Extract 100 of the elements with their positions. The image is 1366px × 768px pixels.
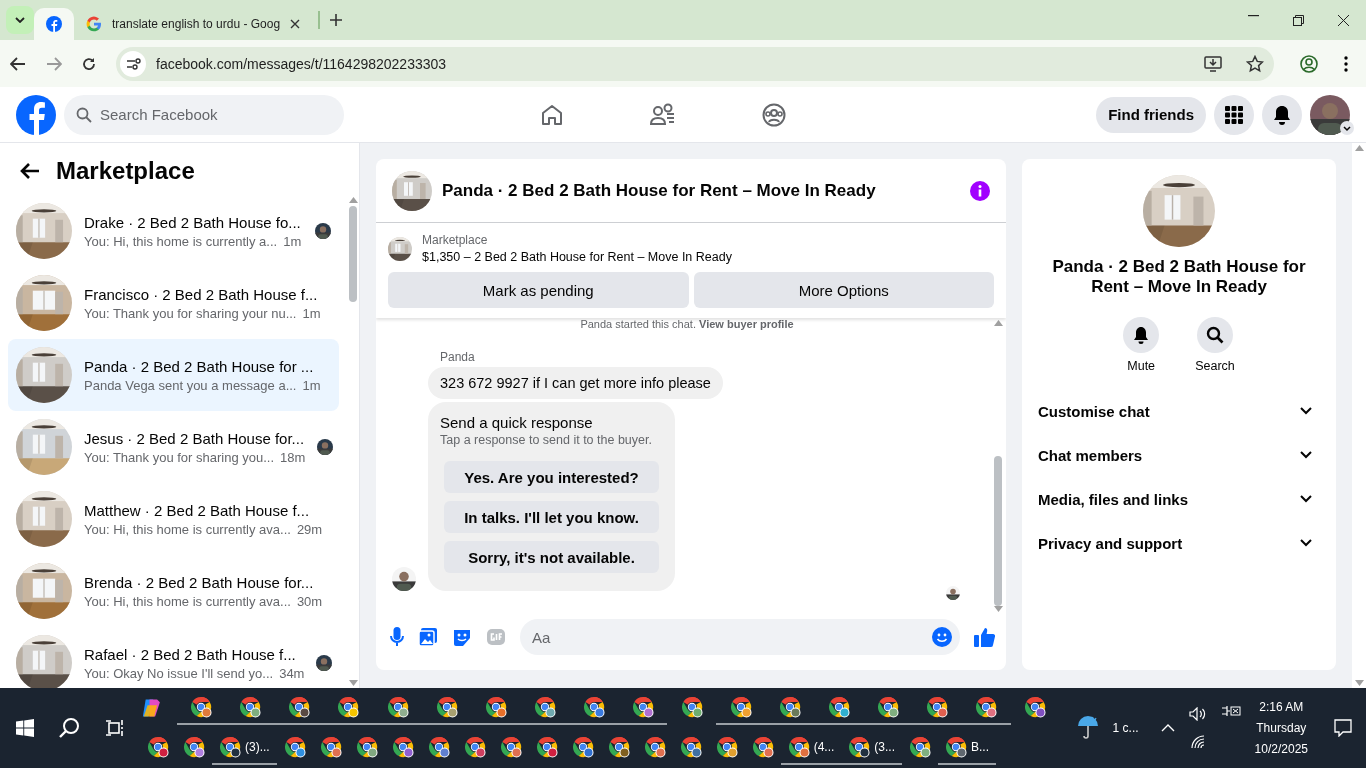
- minimize-icon[interactable]: [1248, 14, 1259, 17]
- bell-icon: [1273, 104, 1291, 125]
- back-icon[interactable]: [20, 162, 40, 180]
- taskbar-button[interactable]: (3...: [841, 731, 902, 765]
- chevron-up-icon[interactable]: [1160, 724, 1175, 732]
- scrollbar-thumb[interactable]: [349, 206, 357, 302]
- info-section[interactable]: Chat members: [1022, 433, 1336, 477]
- forward-icon[interactable]: [46, 56, 62, 71]
- grid-icon: [1225, 105, 1243, 124]
- info-section[interactable]: Customise chat: [1022, 389, 1336, 433]
- windows-start-icon[interactable]: [16, 719, 34, 737]
- profile-icon[interactable]: [1300, 54, 1318, 73]
- scroll-up-icon[interactable]: [993, 320, 1003, 326]
- browser-icon: [715, 736, 738, 758]
- info-title: Panda · 2 Bed 2 Bath House for Rent – Move In Ready: [1051, 257, 1307, 297]
- search-icon[interactable]: [58, 717, 80, 739]
- conversation-item[interactable]: Francisco · 2 Bed 2 Bath House f... You: Thank you for sharing your nu... 1m: [8, 267, 339, 339]
- message-field[interactable]: Aa: [520, 619, 960, 655]
- chat-notice: Panda started this chat. View buyer profile: [579, 318, 795, 330]
- weather-text[interactable]: 1 c...: [1112, 721, 1139, 735]
- scroll-up-icon[interactable]: [348, 197, 358, 203]
- facebook-logo[interactable]: [16, 94, 56, 135]
- reload-icon[interactable]: [82, 56, 96, 71]
- browser-icon: [355, 736, 378, 758]
- listing-title[interactable]: $1,350 – 2 Bed 2 Bath House for Rent – Move In Ready: [422, 250, 732, 264]
- info-section[interactable]: Media, files and links: [1022, 477, 1336, 521]
- restore-icon[interactable]: [1293, 14, 1304, 26]
- browser-icon: [643, 736, 666, 758]
- search-icon: [1206, 326, 1224, 344]
- taskbar-button[interactable]: (3)...: [212, 731, 277, 765]
- menu-button[interactable]: [1214, 94, 1254, 135]
- close-icon[interactable]: [1338, 14, 1349, 26]
- image-icon[interactable]: [418, 627, 438, 647]
- find-friends-button[interactable]: Find friends: [1096, 96, 1206, 133]
- scroll-down-icon[interactable]: [348, 680, 358, 686]
- info-section[interactable]: Privacy and support: [1022, 521, 1336, 565]
- tab-search-button[interactable]: [6, 6, 34, 34]
- scroll-down-icon[interactable]: [1354, 680, 1364, 686]
- taskbar-button[interactable]: (4...: [780, 731, 842, 765]
- groups-icon[interactable]: [762, 103, 786, 127]
- menu-icon[interactable]: [1344, 55, 1348, 72]
- quick-response-button[interactable]: Sorry, it's not available.: [444, 541, 659, 573]
- listing-action-button[interactable]: More Options: [693, 272, 994, 308]
- sidebar-title: Marketplace: [56, 157, 195, 185]
- browser-icon: [183, 736, 205, 758]
- scroll-up-icon[interactable]: [1354, 145, 1364, 151]
- thumbs-up-icon[interactable]: [974, 626, 996, 648]
- quick-response-button[interactable]: Yes. Are you interested?: [444, 461, 659, 493]
- umbrella-icon[interactable]: [1076, 716, 1099, 740]
- notifications-icon[interactable]: [1334, 719, 1352, 737]
- volume-icon[interactable]: [1188, 707, 1207, 721]
- browser-icon: [909, 736, 931, 758]
- new-tab-icon[interactable]: [330, 14, 343, 26]
- battery-icon[interactable]: [1220, 704, 1241, 718]
- taskbar-button[interactable]: B...: [938, 731, 997, 765]
- conversation-title: Francisco · 2 Bed 2 Bath House f...: [84, 285, 319, 303]
- browser-icon: [729, 696, 752, 718]
- search-icon: [76, 106, 92, 123]
- search-field[interactable]: Search Facebook: [64, 94, 344, 135]
- listing-action-button[interactable]: Mark as pending: [388, 272, 689, 308]
- wifi-icon[interactable]: [1189, 735, 1206, 749]
- scrollbar-thumb[interactable]: [994, 456, 1002, 606]
- conversation-item[interactable]: Brenda · 2 Bed 2 Bath House for... You: Hi, this home is currently ava... 30m: [8, 555, 339, 627]
- emoji-icon[interactable]: [932, 627, 952, 647]
- clock-time[interactable]: 2:16 AM: [1259, 700, 1304, 714]
- copilot-icon[interactable]: [140, 696, 163, 720]
- notifications-button[interactable]: [1262, 94, 1302, 135]
- conversation-item[interactable]: Jesus · 2 Bed 2 Bath House for... You: Thank you for sharing you... 18m: [8, 411, 339, 483]
- browser-icon: [319, 736, 342, 758]
- browser-tab[interactable]: translate english to urdu - Goog: [74, 8, 313, 40]
- home-icon[interactable]: [540, 103, 564, 127]
- caret-icon: [1340, 120, 1354, 135]
- browser-icon: [533, 696, 556, 718]
- browser-tab[interactable]: [34, 8, 74, 40]
- close-icon[interactable]: [290, 19, 301, 29]
- quick-response-button[interactable]: In talks. I'll let you know.: [444, 501, 659, 533]
- sticker-icon[interactable]: [452, 627, 472, 647]
- browser-icon: [582, 696, 605, 718]
- browser-icon: [288, 696, 311, 718]
- conversation-item[interactable]: Drake · 2 Bed 2 Bath House fo... You: Hi, this home is currently a... 1m: [8, 195, 339, 267]
- browser-icon: [386, 696, 409, 718]
- star-icon[interactable]: [1246, 54, 1264, 73]
- scrollbar[interactable]: [1352, 143, 1366, 688]
- conversation-item[interactable]: Panda · 2 Bed 2 Bath House for ... Panda Vega sent you a message a... 1m: [8, 339, 339, 411]
- back-icon[interactable]: [10, 56, 26, 71]
- clock-day[interactable]: Thursday: [1256, 721, 1307, 735]
- scrollbar[interactable]: [992, 318, 1004, 614]
- install-icon[interactable]: [1204, 55, 1222, 72]
- microphone-icon[interactable]: [390, 627, 404, 647]
- site-settings-icon[interactable]: [120, 50, 146, 77]
- conversation-item[interactable]: Matthew · 2 Bed 2 Bath House f... You: Hi, this home is currently ava... 29m: [8, 483, 339, 555]
- clock-date[interactable]: 10/2/2025: [1254, 742, 1308, 756]
- scrollbar[interactable]: [347, 195, 359, 688]
- browser-icon: [848, 736, 871, 758]
- message-preview: You: Thank you for sharing your nu...: [84, 305, 297, 321]
- friends-icon[interactable]: [650, 103, 676, 127]
- browser-icon: [679, 736, 702, 758]
- browser-icon: [607, 736, 630, 758]
- info-icon[interactable]: [970, 180, 990, 201]
- task-view-icon[interactable]: [106, 720, 124, 736]
